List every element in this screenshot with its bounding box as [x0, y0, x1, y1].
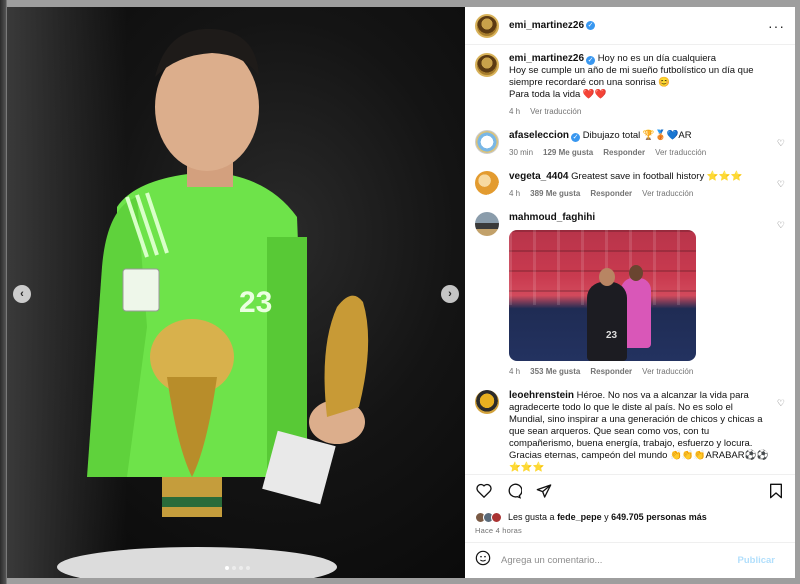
likes-summary[interactable]: Les gusta a fede_pepe y 649.705 personas…: [465, 506, 795, 526]
previous-photo-button[interactable]: ‹: [13, 285, 31, 303]
reply-button[interactable]: Responder: [590, 188, 632, 200]
comment-likes[interactable]: 129 Me gusta: [543, 147, 593, 159]
liker-avatars: [475, 511, 502, 523]
reply-button[interactable]: Responder: [590, 366, 632, 378]
likes-prefix: Les gusta a: [508, 512, 555, 522]
jersey-number: 23: [239, 286, 272, 319]
heart-icon[interactable]: ♡: [777, 398, 785, 409]
caption: emi_martinez26 ✓ Hoy no es un día cualqui…: [475, 53, 785, 118]
comment-likes[interactable]: 353 Me gusta: [530, 366, 580, 378]
carousel-dot: [232, 566, 236, 570]
goalkeeper-figure: [587, 268, 627, 361]
author-username[interactable]: emi_martinez26: [509, 20, 584, 31]
avatar: [491, 511, 502, 523]
avatar[interactable]: [475, 171, 499, 195]
more-options-icon[interactable]: ···: [768, 18, 785, 34]
verified-icon: ✓: [586, 56, 596, 65]
comment-item: leoehrenstein Héroe. No nos va a alcanza…: [475, 390, 785, 474]
heart-icon[interactable]: ♡: [777, 220, 785, 231]
caption-line: Hoy se cumple un año de mi sueño futbolí…: [509, 65, 754, 88]
verified-icon: ✓: [586, 21, 596, 30]
comments-list[interactable]: emi_martinez26 ✓ Hoy no es un día cualqui…: [465, 45, 795, 474]
comment-username[interactable]: leoehrenstein: [509, 390, 574, 401]
share-icon[interactable]: [535, 482, 553, 500]
comment-username[interactable]: mahmoud_faghihi: [509, 212, 595, 223]
carousel-dot: [246, 566, 250, 570]
comment-image[interactable]: 23: [509, 230, 696, 361]
caption-username[interactable]: emi_martinez26: [509, 53, 584, 64]
comment-username[interactable]: afaseleccion: [509, 130, 569, 141]
comment-item: afaseleccion ✓ Dibujazo total 🏆🥉💙AR 30 mi…: [475, 130, 785, 159]
comment-text: Héroe. No nos va a alcanzar la vida para…: [509, 390, 769, 473]
chevron-left-icon: ‹: [20, 288, 24, 300]
likes-suffix[interactable]: personas más: [646, 512, 707, 522]
carousel-dot: [239, 566, 243, 570]
translate-link[interactable]: Ver traducción: [642, 366, 693, 378]
comment-likes[interactable]: 389 Me gusta: [530, 188, 580, 200]
avatar[interactable]: [475, 53, 499, 77]
comment-item: vegeta_4404 Greatest save in football hi…: [475, 171, 785, 200]
post-comment-button[interactable]: Publicar: [738, 555, 776, 566]
comment-icon[interactable]: [505, 482, 523, 500]
carousel-dots: [225, 566, 250, 570]
heart-icon[interactable]: [475, 482, 493, 500]
bookmark-icon[interactable]: [767, 482, 785, 500]
translate-link[interactable]: Ver traducción: [655, 147, 706, 159]
avatar[interactable]: [475, 390, 499, 414]
avatar[interactable]: [475, 13, 499, 38]
caption-time[interactable]: 4 h: [509, 106, 520, 118]
post-photo: 23: [57, 28, 369, 578]
comment-username[interactable]: vegeta_4404: [509, 171, 569, 182]
heart-icon[interactable]: ♡: [777, 179, 785, 190]
comment-time[interactable]: 4 h: [509, 366, 520, 378]
comment-input[interactable]: [501, 555, 738, 566]
heart-icon[interactable]: ♡: [777, 138, 785, 149]
caption-line: Hoy no es un día cualquiera: [597, 53, 716, 64]
add-comment-bar: Publicar: [465, 542, 795, 578]
chevron-right-icon: ›: [448, 288, 452, 300]
liker-username[interactable]: fede_pepe: [557, 512, 602, 522]
post-header: emi_martinez26 ✓ ···: [465, 7, 795, 45]
translate-link[interactable]: Ver traducción: [642, 188, 693, 200]
post-media: 23 ‹ ›: [7, 7, 465, 578]
avatar[interactable]: [475, 212, 499, 236]
reply-button[interactable]: Responder: [603, 147, 645, 159]
world-cup-badge: [122, 268, 160, 312]
comment-text: Dibujazo total 🏆🥉💙AR: [582, 130, 692, 141]
comment-time[interactable]: 30 min: [509, 147, 533, 159]
translate-link[interactable]: Ver traducción: [530, 106, 581, 118]
comment-item: mahmoud_faghihi 23 4 h 353 Me gusta Resp…: [475, 212, 785, 378]
avatar[interactable]: [475, 130, 499, 154]
caption-line: Para toda la vida ❤️❤️: [509, 89, 607, 100]
golden-glove: [324, 295, 369, 417]
comment-time[interactable]: 4 h: [509, 188, 520, 200]
likes-middle: y: [604, 512, 609, 522]
image-jersey-number: 23: [606, 330, 618, 341]
verified-icon: ✓: [571, 133, 581, 142]
post-modal: 23 ‹ › emi_martinez26 ✓ ··· emi_martinez…: [7, 7, 795, 578]
emoji-icon[interactable]: [475, 550, 491, 571]
post-panel: emi_martinez26 ✓ ··· emi_martinez26 ✓ Hoy…: [465, 7, 795, 578]
comment-text: Greatest save in football history ⭐⭐⭐: [571, 171, 743, 182]
post-actions: [465, 474, 795, 506]
likes-count[interactable]: 649.705: [611, 512, 644, 522]
next-photo-button[interactable]: ›: [441, 285, 459, 303]
carousel-dot: [225, 566, 229, 570]
post-time[interactable]: Hace 4 horas: [465, 526, 795, 542]
